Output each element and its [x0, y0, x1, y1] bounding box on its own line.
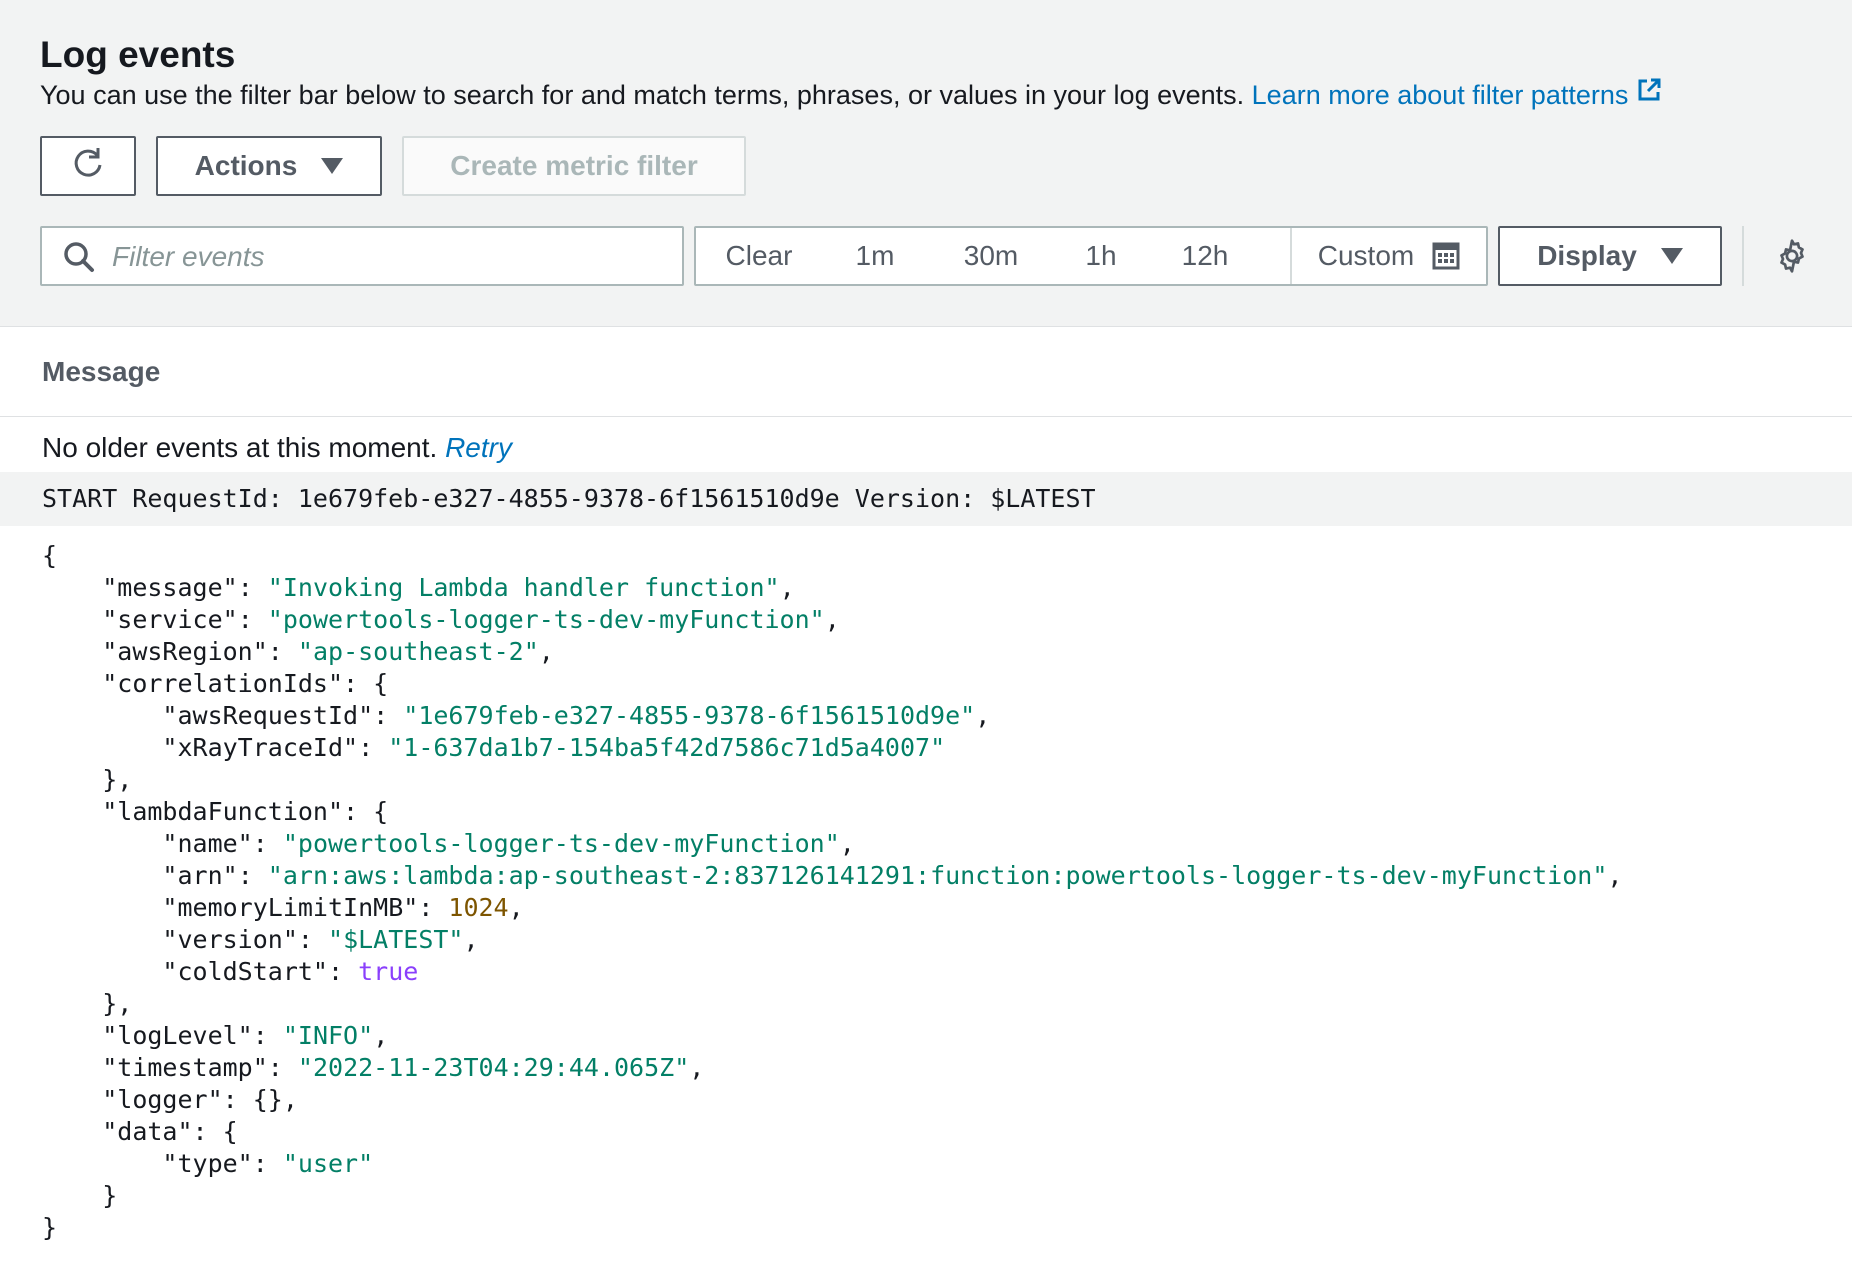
caret-down-icon: [321, 158, 344, 174]
settings-button[interactable]: [1774, 238, 1810, 279]
json-function-version: $LATEST: [343, 925, 449, 954]
range-1m[interactable]: 1m: [822, 228, 928, 284]
page-description: You can use the filter bar below to sear…: [40, 77, 1663, 113]
gear-icon: [1774, 239, 1810, 278]
range-12h[interactable]: 12h: [1148, 228, 1262, 284]
range-1h[interactable]: 1h: [1054, 228, 1148, 284]
filter-events-search[interactable]: [40, 226, 684, 286]
toolbar-divider: [1742, 226, 1744, 286]
page-title: Log events: [40, 34, 236, 75]
display-button[interactable]: Display: [1498, 226, 1722, 286]
description-text: You can use the filter bar below to sear…: [40, 80, 1245, 110]
json-data-type: user: [297, 1149, 359, 1178]
json-service: powertools-logger-ts-dev-myFunction: [282, 605, 810, 634]
log-event-row[interactable]: START RequestId: 1e679feb-e327-4855-9378…: [0, 472, 1852, 526]
create-metric-filter-label: Create metric filter: [450, 150, 698, 181]
display-label: Display: [1537, 240, 1637, 271]
custom-label: Custom: [1317, 240, 1415, 271]
json-function-name: powertools-logger-ts-dev-myFunction: [297, 829, 825, 858]
table-header-divider: [0, 416, 1852, 417]
external-link-icon: [1636, 77, 1662, 110]
learn-more-text: Learn more about filter patterns: [1251, 80, 1629, 110]
range-clear[interactable]: Clear: [696, 228, 822, 284]
json-memory-limit: 1024: [448, 893, 509, 922]
no-older-events-text: No older events at this moment.: [42, 432, 438, 463]
json-xray-trace-id: 1-637da1b7-154ba5f42d7586c71d5a4007: [403, 733, 931, 762]
json-aws-request-id: 1e679feb-e327-4855-9378-6f1561510d9e: [418, 701, 961, 730]
retry-link[interactable]: Retry: [445, 432, 512, 463]
json-cold-start: true: [358, 957, 419, 986]
json-function-arn: arn:aws:lambda:ap-southeast-2:8371261412…: [282, 861, 1593, 890]
calendar-icon: [1432, 242, 1460, 270]
create-metric-filter-button[interactable]: Create metric filter: [402, 136, 746, 196]
json-logger: {}: [252, 1085, 283, 1114]
json-log-level: INFO: [297, 1021, 359, 1050]
log-event-json: { "message": "Invoking Lambda handler fu…: [42, 541, 1623, 1242]
actions-button[interactable]: Actions: [156, 136, 382, 196]
no-older-events-row: No older events at this moment. Retry: [42, 432, 512, 464]
json-timestamp: 2022-11-23T04:29:44.065Z: [312, 1053, 675, 1082]
range-custom[interactable]: Custom: [1292, 228, 1486, 284]
json-message: Invoking Lambda handler function: [282, 573, 765, 602]
search-icon: [62, 240, 96, 279]
start-request-line: START RequestId: 1e679feb-e327-4855-9378…: [42, 484, 1096, 513]
time-range-selector: Clear 1m 30m 1h 12h Custom: [694, 226, 1488, 286]
log-events-header-panel: Log events You can use the filter bar be…: [0, 0, 1852, 327]
caret-down-icon: [1660, 248, 1683, 264]
message-column-header: Message: [42, 356, 161, 387]
filter-events-input[interactable]: [110, 234, 674, 280]
refresh-button[interactable]: [40, 136, 136, 196]
refresh-icon: [71, 146, 105, 187]
range-30m[interactable]: 30m: [928, 228, 1054, 284]
json-aws-region: ap-southeast-2: [312, 637, 524, 666]
actions-label: Actions: [194, 150, 298, 181]
learn-more-link[interactable]: Learn more about filter patterns: [1251, 77, 1663, 110]
